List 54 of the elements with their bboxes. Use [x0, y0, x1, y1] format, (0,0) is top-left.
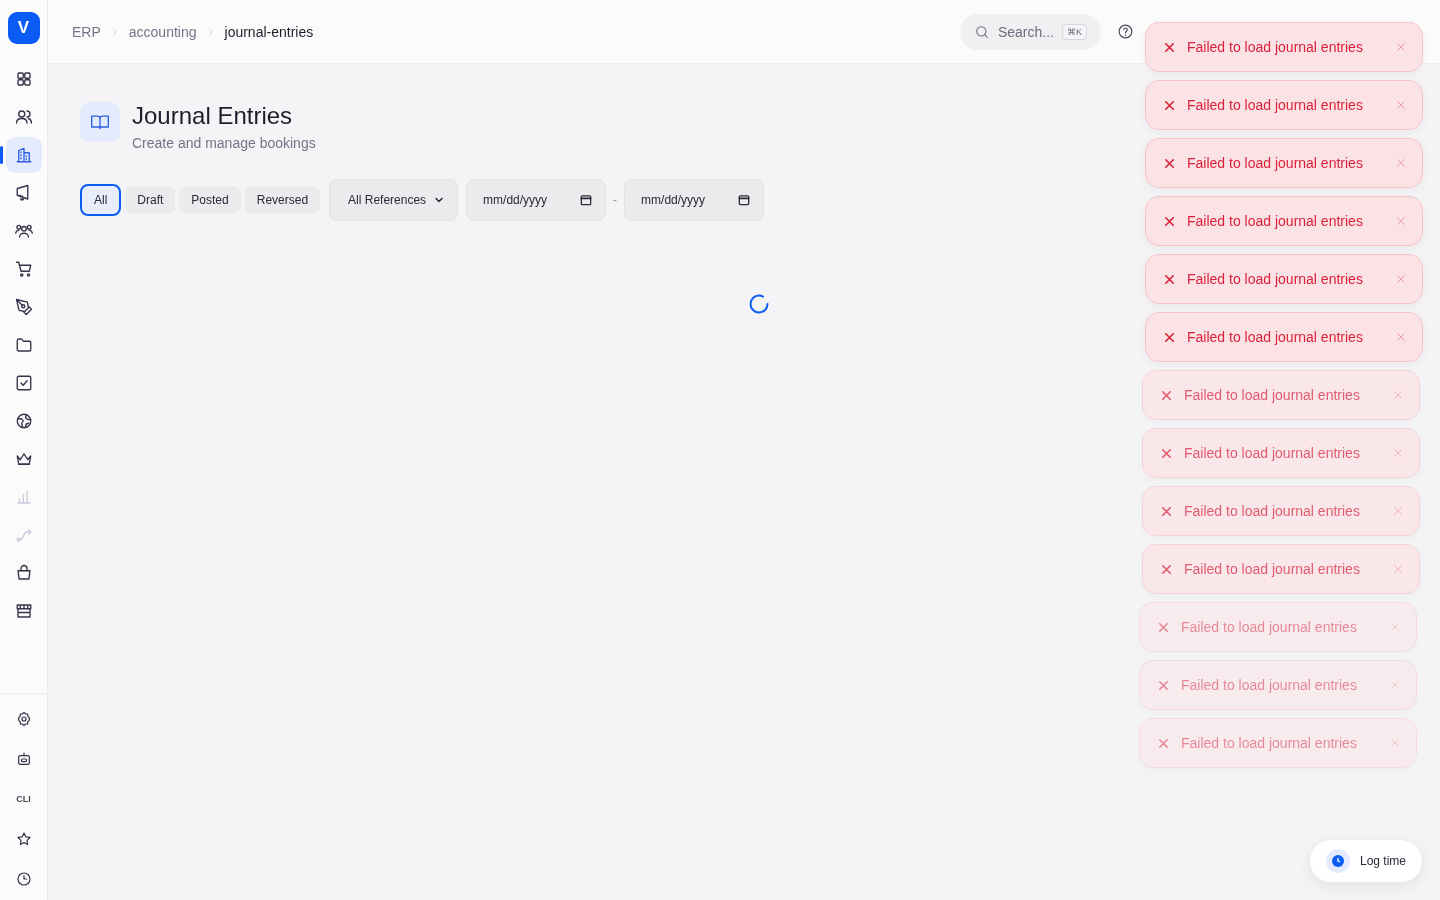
calendar-icon	[579, 192, 594, 207]
building-icon	[14, 146, 33, 164]
date-separator: -	[613, 192, 618, 207]
shopping-bag-icon	[14, 564, 33, 582]
breadcrumb-current: journal-entries	[224, 23, 314, 40]
route-icon	[14, 526, 33, 544]
filter-tab[interactable]: Reversed	[244, 185, 321, 214]
clock-icon	[1331, 855, 1344, 867]
toast-message: Failed to load journal entries	[1187, 155, 1364, 171]
page-subtitle: Create and manage bookings	[132, 134, 316, 151]
crown-icon	[14, 450, 33, 468]
date-to-field[interactable]: mm/dd/yyyy	[624, 178, 765, 221]
toast-message: Failed to load journal entries	[1184, 503, 1361, 519]
filter-tab[interactable]: All	[80, 183, 122, 216]
search-field[interactable]: Search... ⌘K	[959, 13, 1101, 50]
calendar-icon	[737, 192, 752, 207]
toast-message: Failed to load journal entries	[1184, 561, 1361, 577]
toast-message: Failed to load journal entries	[1181, 619, 1358, 635]
toast-message: Failed to load journal entries	[1181, 735, 1358, 751]
settings-icon	[15, 711, 32, 727]
help-icon[interactable]	[1117, 23, 1134, 40]
pen-icon	[14, 298, 33, 316]
toast-message: Failed to load journal entries	[1184, 445, 1361, 461]
group-icon	[14, 222, 33, 240]
folder-icon	[14, 336, 33, 354]
robot-icon	[15, 751, 32, 767]
log-time-button[interactable]: Log time	[1308, 839, 1423, 883]
app-logo[interactable]: V	[7, 12, 40, 44]
star-icon	[15, 831, 32, 847]
filter-tab[interactable]: Posted	[179, 185, 241, 214]
users-icon	[14, 108, 33, 126]
shortcut-hint: ⌘K	[1062, 23, 1087, 40]
store-icon	[14, 602, 33, 620]
date-from-field[interactable]: mm/dd/yyyy	[466, 178, 607, 221]
globe-icon	[14, 412, 33, 430]
toast-message: Failed to load journal entries	[1187, 329, 1364, 345]
clock-icon	[15, 871, 32, 887]
grid-icon	[14, 70, 33, 88]
toast-message: Failed to load journal entries	[1181, 677, 1358, 693]
bar-chart-icon	[14, 488, 33, 506]
filter-tab[interactable]: Draft	[125, 185, 176, 214]
toast-message: Failed to load journal entries	[1187, 97, 1364, 113]
cli-button[interactable]: CLI	[5, 780, 42, 818]
page-title: Journal Entries	[132, 102, 294, 130]
cart-icon	[14, 260, 33, 278]
toast-message: Failed to load journal entries	[1187, 213, 1364, 229]
toast-message: Failed to load journal entries	[1184, 387, 1361, 403]
breadcrumb-link[interactable]: ERP	[72, 23, 101, 40]
checkbox-icon	[14, 374, 33, 392]
breadcrumb-link[interactable]: accounting	[128, 23, 197, 40]
toast-message: Failed to load journal entries	[1187, 39, 1364, 55]
search-icon	[973, 23, 990, 40]
reference-select[interactable]: All References	[329, 178, 459, 221]
toast-message: Failed to load journal entries	[1187, 271, 1364, 287]
